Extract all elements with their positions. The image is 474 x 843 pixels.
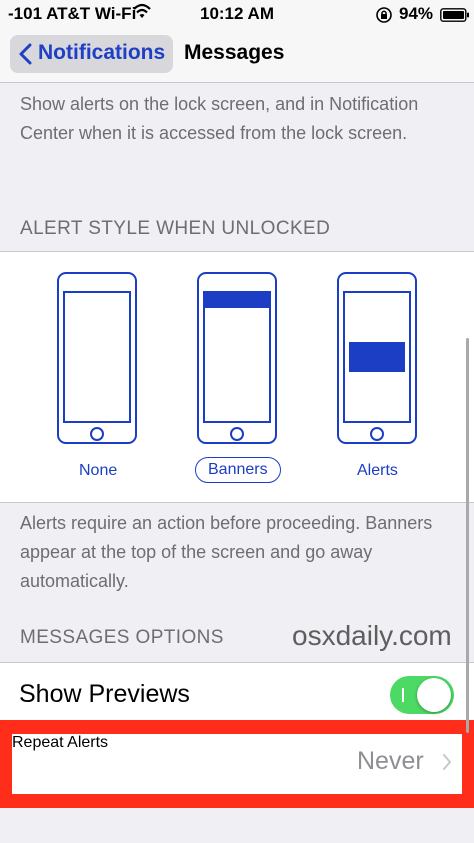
none-option-label[interactable]: None (79, 462, 117, 480)
show-previews-label: Show Previews (19, 680, 190, 708)
alerts-option-label[interactable]: Alerts (357, 462, 398, 480)
toggle-knob (417, 678, 451, 712)
watermark: osxdaily.com (292, 620, 452, 651)
repeat-alerts-value: Never (357, 747, 424, 775)
none-style-option[interactable] (57, 272, 137, 444)
scroll-indicator[interactable] (466, 338, 469, 733)
back-button[interactable]: Notifications (10, 35, 173, 73)
alert-style-header: ALERT STYLE WHEN UNLOCKED (20, 218, 331, 239)
show-previews-toggle[interactable] (390, 676, 454, 714)
banner-indicator (205, 293, 269, 308)
home-button-icon (230, 427, 244, 441)
phone-screen (343, 291, 411, 423)
home-button-icon (370, 427, 384, 441)
status-bar: -101 AT&T Wi-Fi 10:12 AM 94% (0, 0, 474, 28)
phone-screen (203, 291, 271, 423)
chevron-right-icon (442, 753, 452, 776)
banners-option-label[interactable]: Banners (195, 457, 281, 483)
messages-options-header: MESSAGES OPTIONS (20, 627, 224, 648)
show-previews-row: Show Previews (0, 662, 474, 727)
repeat-alerts-row[interactable]: Repeat Alerts Never (12, 734, 462, 794)
alert-style-footer: Alerts require an action before proceedi… (20, 513, 433, 591)
toggle-on-mark (402, 688, 404, 702)
alert-style-panel: None Banners Alerts (0, 251, 474, 503)
chevron-left-icon (18, 43, 32, 70)
repeat-alerts-label: Repeat Alerts (12, 734, 109, 751)
page-title: Messages (184, 41, 285, 64)
banners-style-option[interactable] (197, 272, 277, 444)
alerts-style-option[interactable] (337, 272, 417, 444)
battery-icon (440, 7, 470, 27)
home-button-icon (90, 427, 104, 441)
lock-screen-footer: Show alerts on the lock screen, and in N… (20, 94, 419, 143)
phone-screen (63, 291, 131, 423)
repeat-alerts-highlight: Repeat Alerts Never (0, 720, 474, 808)
alert-indicator (349, 342, 405, 372)
battery-percent: 94% (399, 4, 434, 23)
back-button-label: Notifications (38, 41, 166, 64)
navigation-bar: Notifications Messages (0, 28, 474, 83)
orientation-lock-icon (375, 6, 393, 29)
